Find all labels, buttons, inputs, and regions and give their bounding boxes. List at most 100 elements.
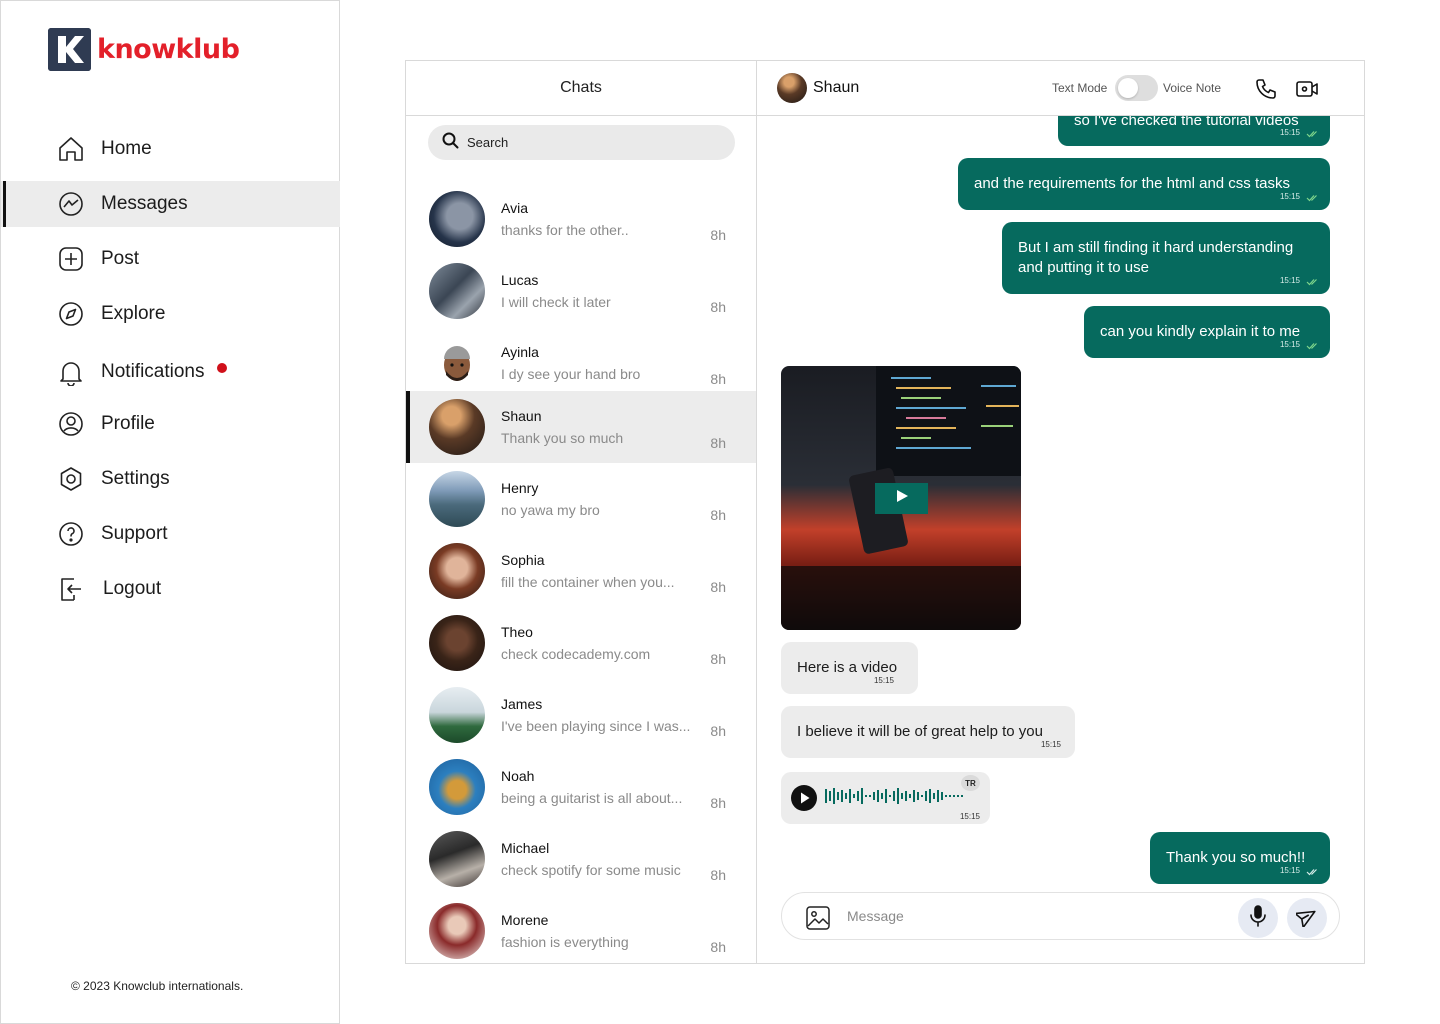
- chat-item-avia[interactable]: Avia thanks for the other.. 8h: [406, 183, 756, 255]
- message-text: and the requirements for the html and cs…: [974, 175, 1290, 192]
- conversation-panel: Shaun Text Mode Voice Note so I've check…: [757, 61, 1364, 963]
- chat-item-michael[interactable]: Michael check spotify for some music 8h: [406, 823, 756, 895]
- chat-item-shaun[interactable]: Shaun Thank you so much 8h: [406, 391, 756, 463]
- chat-name: Henry: [501, 480, 539, 496]
- brand-logo[interactable]: knowklub: [48, 28, 240, 71]
- chat-time: 8h: [710, 435, 726, 451]
- notification-dot: [216, 363, 227, 373]
- chat-preview: Thank you so much: [501, 430, 624, 446]
- nav-item-profile[interactable]: Profile: [1, 401, 340, 447]
- message-composer[interactable]: Message: [781, 892, 1340, 940]
- double-check-icon: [1306, 336, 1320, 356]
- chat-item-ayinla[interactable]: Ayinla I dy see your hand bro 8h: [406, 327, 756, 399]
- message-time: 15:15: [959, 812, 980, 821]
- message-bubble-out[interactable]: and the requirements for the html and cs…: [958, 158, 1330, 210]
- chat-time: 8h: [710, 723, 726, 739]
- search-icon: [442, 132, 459, 154]
- chat-preview: fill the container when you...: [501, 574, 675, 590]
- double-check-icon: [1306, 272, 1320, 292]
- search-placeholder: Search: [467, 135, 509, 150]
- microphone-icon: [1248, 904, 1268, 932]
- plus-square-icon: [57, 245, 85, 273]
- chat-item-theo[interactable]: Theo check codecademy.com 8h: [406, 607, 756, 679]
- message-input[interactable]: Message: [847, 908, 904, 924]
- voice-note-message[interactable]: TR 15:15: [781, 772, 990, 824]
- message-bubble-out[interactable]: But I am still finding it hard understan…: [1002, 222, 1330, 294]
- nav-item-logout[interactable]: Logout: [1, 566, 340, 612]
- play-video-button[interactable]: [875, 483, 928, 514]
- chat-name: Michael: [501, 840, 550, 856]
- avatar: [429, 543, 485, 599]
- message-bubble-out[interactable]: can you kindly explain it to me 15:15: [1084, 306, 1330, 358]
- message-bubble-out[interactable]: Thank you so much!! 15:15: [1150, 832, 1330, 884]
- double-check-icon: [1306, 124, 1320, 144]
- play-audio-button[interactable]: [790, 784, 818, 817]
- video-call-icon[interactable]: [1295, 77, 1319, 101]
- transcribe-badge[interactable]: TR: [961, 775, 980, 791]
- avatar: [429, 687, 485, 743]
- chat-preview: no yawa my bro: [501, 502, 600, 518]
- message-time: 15:15: [1279, 192, 1300, 201]
- message-bubble-in[interactable]: Here is a video 15:15: [781, 642, 918, 694]
- nav-label: Logout: [103, 578, 162, 599]
- chat-time: 8h: [710, 299, 726, 315]
- chat-time: 8h: [710, 507, 726, 523]
- nav-item-home[interactable]: Home: [1, 126, 340, 172]
- image-attach-icon[interactable]: [805, 905, 831, 936]
- message-text: But I am still finding it hard understan…: [1018, 239, 1294, 276]
- chat-name: Avia: [501, 200, 528, 216]
- chat-time: 8h: [710, 227, 726, 243]
- chat-name: Morene: [501, 912, 549, 928]
- nav-label: Support: [101, 523, 168, 544]
- chat-item-morene[interactable]: Morene fashion is everything 8h: [406, 895, 756, 967]
- toggle-knob: [1118, 78, 1138, 98]
- help-circle-icon: [57, 520, 85, 548]
- chat-list-panel: Chats Search Avia thanks for the other..…: [406, 61, 757, 963]
- chat-preview: check codecademy.com: [501, 646, 651, 662]
- chat-time: 8h: [710, 867, 726, 883]
- contact-name: Shaun: [813, 79, 860, 96]
- message-time: 15:15: [1040, 740, 1061, 749]
- send-button[interactable]: [1287, 898, 1327, 938]
- nav-item-settings[interactable]: Settings: [1, 456, 340, 502]
- chat-item-noah[interactable]: Noah being a guitarist is all about... 8…: [406, 751, 756, 823]
- phone-icon[interactable]: [1254, 77, 1278, 101]
- nav-item-messages[interactable]: Messages: [1, 181, 340, 227]
- chat-preview: I will check it later: [501, 294, 611, 310]
- avatar: [429, 903, 485, 959]
- chat-time: 8h: [710, 939, 726, 955]
- nav-item-explore[interactable]: Explore: [1, 291, 340, 337]
- nav-label: Notifications: [101, 361, 205, 382]
- chat-name: Lucas: [501, 272, 539, 288]
- home-icon: [57, 135, 85, 163]
- nav-item-post[interactable]: Post: [1, 236, 340, 282]
- mode-toggle[interactable]: [1115, 75, 1158, 101]
- chat-time: 8h: [710, 579, 726, 595]
- nav-item-support[interactable]: Support: [1, 511, 340, 557]
- chat-preview: being a guitarist is all about...: [501, 790, 683, 806]
- chat-time: 8h: [710, 795, 726, 811]
- nav-label: Home: [101, 138, 152, 159]
- logout-icon: [57, 575, 85, 603]
- video-message[interactable]: [781, 366, 1021, 630]
- nav-item-notifications[interactable]: Notifications: [1, 349, 340, 395]
- message-bubble-in[interactable]: I believe it will be of great help to yo…: [781, 706, 1075, 758]
- nav-label: Post: [101, 248, 140, 269]
- voice-record-button[interactable]: [1238, 898, 1278, 938]
- message-time: 15:15: [1279, 276, 1300, 285]
- gear-icon: [57, 465, 85, 493]
- nav-label: Settings: [101, 468, 170, 489]
- chat-name: Theo: [501, 624, 533, 640]
- search-input[interactable]: Search: [428, 125, 735, 160]
- avatar: [429, 759, 485, 815]
- chat-preview: check spotify for some music: [501, 862, 681, 878]
- contact-avatar[interactable]: [777, 73, 807, 103]
- chat-item-sophia[interactable]: Sophia fill the container when you... 8h: [406, 535, 756, 607]
- chat-item-henry[interactable]: Henry no yawa my bro 8h: [406, 463, 756, 535]
- chat-item-lucas[interactable]: Lucas I will check it later 8h: [406, 255, 756, 327]
- chat-name: Shaun: [501, 408, 542, 424]
- conversation-header: Shaun Text Mode Voice Note: [757, 61, 1364, 116]
- nav-label: Profile: [101, 413, 155, 434]
- chat-item-james[interactable]: James I've been playing since I was... 8…: [406, 679, 756, 751]
- avatar: [429, 471, 485, 527]
